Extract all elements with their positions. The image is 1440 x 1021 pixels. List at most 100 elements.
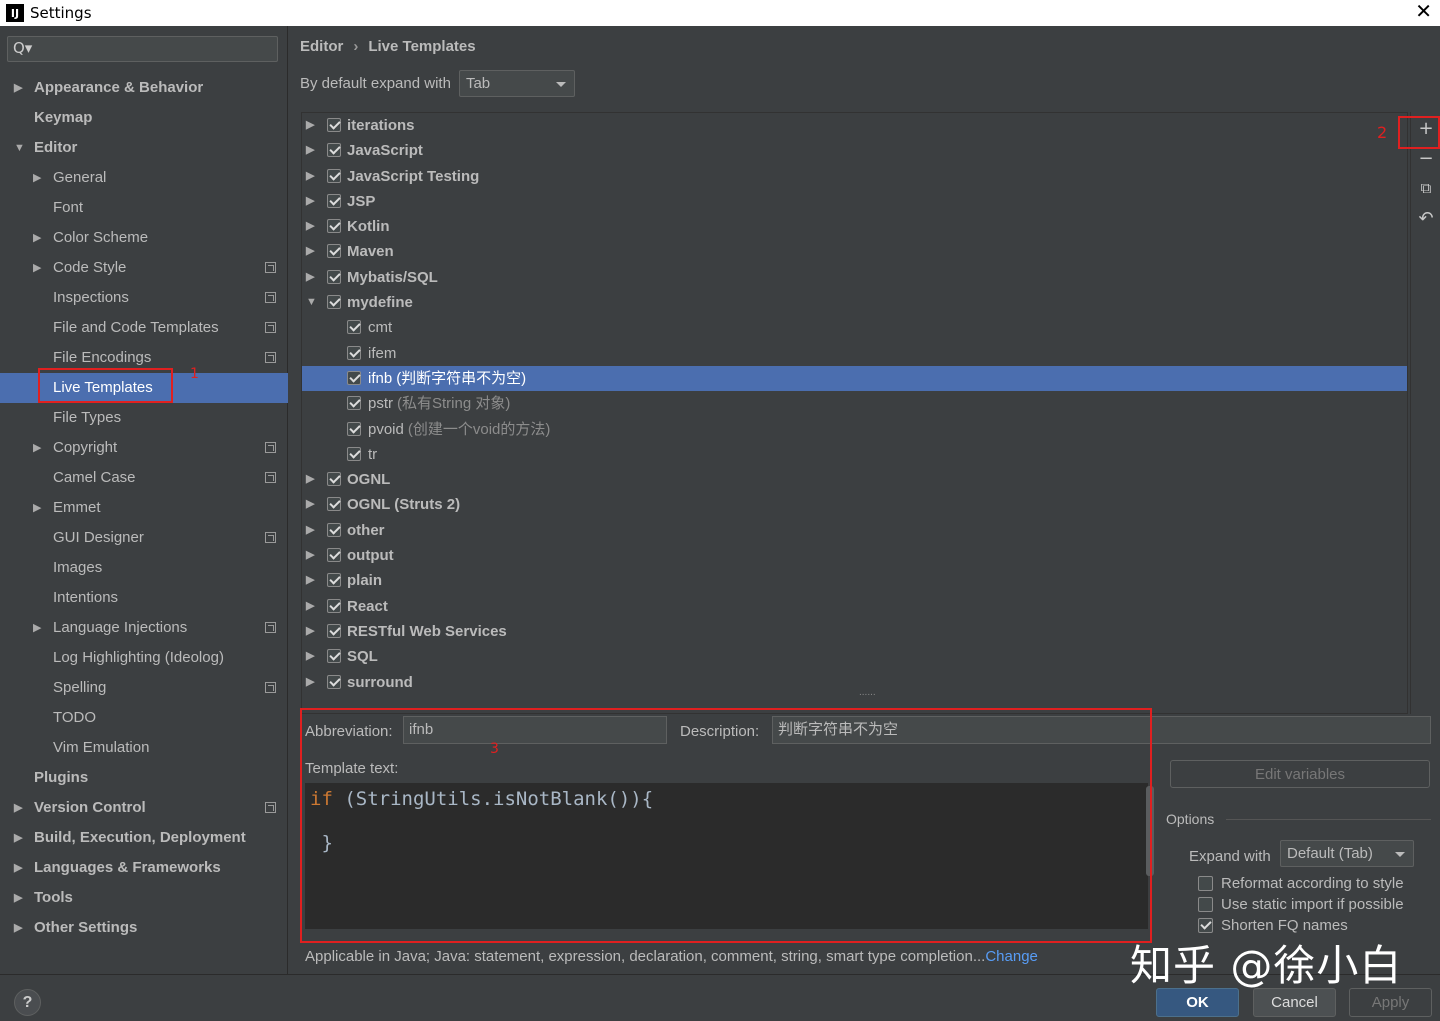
template-checkbox[interactable] [327, 193, 341, 208]
abbreviation-field[interactable]: ifnb [403, 716, 667, 744]
template-checkbox[interactable] [327, 168, 341, 183]
collapsed-arrow-icon[interactable]: ▶ [306, 568, 314, 593]
sidebar-item[interactable]: File Encodings [0, 343, 288, 373]
collapsed-arrow-icon[interactable]: ▶ [14, 793, 22, 823]
template-group-row[interactable]: ▶ JavaScript [302, 138, 1407, 163]
sidebar-item[interactable]: ▶ General [0, 163, 288, 193]
template-row[interactable]: pstr (私有String 对象) [302, 391, 1407, 416]
template-checkbox[interactable] [327, 219, 341, 234]
expand-with-option-select[interactable]: Default (Tab) [1280, 840, 1414, 867]
add-icon[interactable]: + [1411, 114, 1440, 142]
sidebar-item[interactable]: ▶ Language Injections [0, 613, 288, 643]
template-checkbox[interactable] [327, 244, 341, 259]
template-checkbox[interactable] [327, 472, 341, 487]
breadcrumb-parent[interactable]: Editor [300, 38, 343, 55]
template-group-row[interactable]: ▶ React [302, 594, 1407, 619]
collapsed-arrow-icon[interactable]: ▶ [14, 73, 22, 103]
template-checkbox[interactable] [327, 522, 341, 537]
template-row[interactable]: ifem [302, 341, 1407, 366]
template-group-row[interactable]: ▶ JavaScript Testing [302, 164, 1407, 189]
template-checkbox[interactable] [327, 548, 341, 563]
template-checkbox[interactable] [347, 320, 361, 335]
splitter-handle[interactable]: ...... [859, 687, 876, 698]
restore-icon[interactable]: ↶ [1411, 204, 1440, 232]
template-group-row[interactable]: ▶ Mybatis/SQL [302, 265, 1407, 290]
collapsed-arrow-icon[interactable]: ▶ [14, 883, 22, 913]
collapsed-arrow-icon[interactable]: ▶ [306, 518, 314, 543]
edit-variables-button[interactable]: Edit variables [1170, 760, 1430, 788]
sidebar-item[interactable]: Camel Case [0, 463, 288, 493]
shorten-fq-checkbox[interactable] [1198, 918, 1213, 933]
template-checkbox[interactable] [327, 269, 341, 284]
sidebar-item[interactable]: Keymap [0, 103, 288, 133]
template-group-row[interactable]: ▶ RESTful Web Services [302, 619, 1407, 644]
template-row[interactable]: tr [302, 442, 1407, 467]
collapsed-arrow-icon[interactable]: ▶ [306, 265, 314, 290]
reformat-checkbox[interactable] [1198, 876, 1213, 891]
template-group-row[interactable]: ▶ Maven [302, 239, 1407, 264]
help-button[interactable]: ? [14, 989, 41, 1016]
template-checkbox[interactable] [327, 623, 341, 638]
collapsed-arrow-icon[interactable]: ▶ [33, 223, 41, 253]
collapsed-arrow-icon[interactable]: ▶ [306, 594, 314, 619]
remove-icon[interactable]: − [1411, 144, 1440, 172]
collapsed-arrow-icon[interactable]: ▶ [306, 619, 314, 644]
template-group-row[interactable]: ▶ OGNL (Struts 2) [302, 492, 1407, 517]
template-checkbox[interactable] [347, 421, 361, 436]
sidebar-item[interactable]: Font [0, 193, 288, 223]
collapsed-arrow-icon[interactable]: ▶ [306, 644, 314, 669]
template-text-editor[interactable]: if (StringUtils.isNotBlank()){ } [305, 783, 1148, 929]
sidebar-item[interactable]: ▶ Code Style [0, 253, 288, 283]
change-link[interactable]: Change [985, 948, 1038, 965]
collapsed-arrow-icon[interactable]: ▶ [33, 613, 41, 643]
sidebar-item[interactable]: Intentions [0, 583, 288, 613]
sidebar-item[interactable]: ▶ Appearance & Behavior [0, 73, 288, 103]
collapsed-arrow-icon[interactable]: ▶ [306, 189, 314, 214]
template-row[interactable]: pvoid (创建一个void的方法) [302, 417, 1407, 442]
template-group-row[interactable]: ▼ mydefine [302, 290, 1407, 315]
template-checkbox[interactable] [347, 370, 361, 385]
collapsed-arrow-icon[interactable]: ▶ [14, 823, 22, 853]
template-checkbox[interactable] [327, 497, 341, 512]
sidebar-item[interactable]: File and Code Templates [0, 313, 288, 343]
collapsed-arrow-icon[interactable]: ▶ [306, 239, 314, 264]
template-checkbox[interactable] [347, 446, 361, 461]
collapsed-arrow-icon[interactable]: ▶ [33, 433, 41, 463]
collapsed-arrow-icon[interactable]: ▶ [14, 913, 22, 943]
collapsed-arrow-icon[interactable]: ▶ [306, 492, 314, 517]
collapsed-arrow-icon[interactable]: ▶ [33, 163, 41, 193]
template-checkbox[interactable] [327, 674, 341, 689]
template-group-row[interactable]: ▶ output [302, 543, 1407, 568]
sidebar-item[interactable]: ▶ Build, Execution, Deployment [0, 823, 288, 853]
sidebar-item[interactable]: ▶ Emmet [0, 493, 288, 523]
template-group-row[interactable]: ▶ OGNL [302, 467, 1407, 492]
template-group-row[interactable]: ▶ SQL [302, 644, 1407, 669]
sidebar-item[interactable]: Images [0, 553, 288, 583]
collapsed-arrow-icon[interactable]: ▶ [306, 543, 314, 568]
sidebar-item[interactable]: Live Templates [0, 373, 288, 403]
template-group-row[interactable]: ▶ Kotlin [302, 214, 1407, 239]
reformat-option[interactable]: Reformat according to style [1198, 875, 1404, 892]
expanded-arrow-icon[interactable]: ▼ [306, 290, 317, 315]
template-checkbox[interactable] [327, 143, 341, 158]
collapsed-arrow-icon[interactable]: ▶ [306, 670, 314, 695]
sidebar-item[interactable]: ▶ Version Control [0, 793, 288, 823]
code-scrollbar[interactable] [1146, 786, 1154, 876]
sidebar-item[interactable]: Spelling [0, 673, 288, 703]
template-group-row[interactable]: ▶ iterations [302, 113, 1407, 138]
static-import-checkbox[interactable] [1198, 897, 1213, 912]
sidebar-item[interactable]: Plugins [0, 763, 288, 793]
sidebar-item[interactable]: ▶ Tools [0, 883, 288, 913]
sidebar-item[interactable]: TODO [0, 703, 288, 733]
collapsed-arrow-icon[interactable]: ▶ [33, 493, 41, 523]
sidebar-item[interactable]: ▼ Editor [0, 133, 288, 163]
search-input[interactable]: Q▾ [7, 36, 278, 62]
templates-tree[interactable]: ▶ iterations ▶ JavaScript ▶ JavaScript Testin… [301, 112, 1408, 714]
template-checkbox[interactable] [327, 598, 341, 613]
template-checkbox[interactable] [327, 295, 341, 310]
template-checkbox[interactable] [347, 396, 361, 411]
collapsed-arrow-icon[interactable]: ▶ [306, 467, 314, 492]
collapsed-arrow-icon[interactable]: ▶ [14, 853, 22, 883]
sidebar-item[interactable]: Vim Emulation [0, 733, 288, 763]
sidebar-item[interactable]: ▶ Other Settings [0, 913, 288, 943]
